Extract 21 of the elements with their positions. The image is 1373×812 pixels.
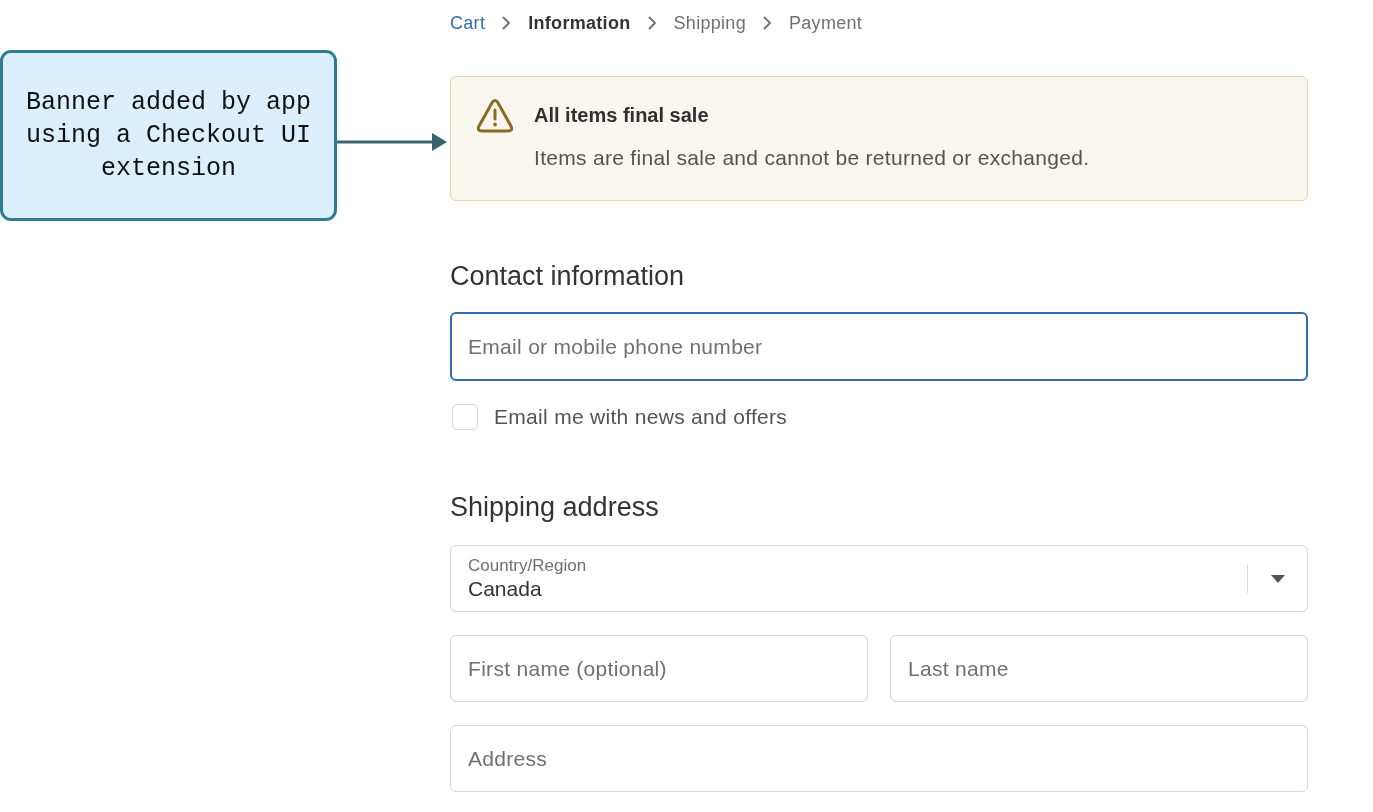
warning-icon bbox=[477, 99, 513, 133]
breadcrumb-step: Shipping bbox=[673, 11, 746, 35]
breadcrumb-link[interactable]: Cart bbox=[450, 11, 486, 35]
breadcrumb-step: Payment bbox=[789, 11, 863, 35]
annotation-callout: Banner added by app using a Checkout UI extension bbox=[0, 50, 337, 221]
select-field[interactable]: Country/Region Canada bbox=[450, 545, 1308, 612]
section-heading: Contact information bbox=[450, 260, 685, 292]
banner-title: All items final sale bbox=[534, 103, 710, 128]
banner-message: Items are final sale and cannot be returned or exchanged. bbox=[534, 145, 1090, 171]
breadcrumb-step: Information bbox=[528, 11, 631, 35]
caret-down-icon bbox=[1270, 574, 1285, 583]
chevron-right-icon bbox=[502, 16, 512, 30]
input-field[interactable]: Last name bbox=[890, 635, 1308, 702]
chevron-right-icon bbox=[647, 16, 657, 30]
checkbox-label: Email me with news and offers bbox=[494, 404, 788, 430]
chevron-right-icon bbox=[763, 16, 772, 30]
input-field[interactable]: Address bbox=[450, 725, 1308, 792]
input-field[interactable]: First name (optional) bbox=[450, 635, 868, 702]
checkbox[interactable] bbox=[452, 404, 478, 430]
email-field[interactable]: Email or mobile phone number bbox=[450, 312, 1308, 381]
section-heading: Shipping address bbox=[450, 491, 659, 523]
